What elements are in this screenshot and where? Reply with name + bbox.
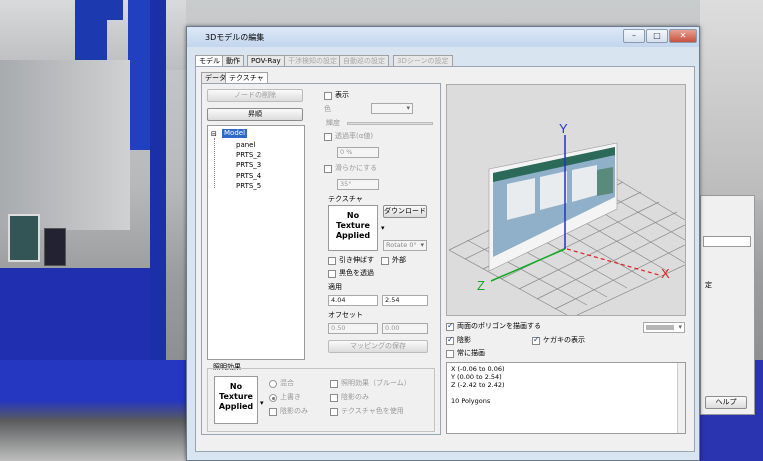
- transparency-input[interactable]: 0 %: [337, 147, 379, 158]
- poster-image: [597, 167, 613, 196]
- tree-root-model[interactable]: Model: [222, 129, 248, 138]
- bloom-shadow-only-label: 陰影のみ: [341, 393, 369, 401]
- scene-monitor: [44, 228, 66, 266]
- apply-y-input[interactable]: 2.54: [382, 295, 428, 306]
- offset-x-input[interactable]: 0.50: [328, 323, 378, 334]
- delete-node-button[interactable]: ノードの削除: [207, 89, 303, 102]
- axis-x-label: X: [661, 266, 670, 281]
- stretch-label: 引き伸ばす: [339, 256, 374, 264]
- window-title: 3Dモデルの編集: [205, 33, 265, 42]
- model-info-box: X (-0.06 to 0.06) Y (0.00 to 2.54) Z (-2…: [446, 362, 686, 434]
- display-checkbox[interactable]: [324, 92, 332, 100]
- texture-header: テクスチャ: [328, 195, 363, 203]
- info-line: [451, 389, 681, 397]
- texture-preview: No Texture Applied: [328, 205, 378, 251]
- info-scrollbar[interactable]: [677, 363, 685, 433]
- lighting-texture-preview: No Texture Applied: [214, 376, 258, 424]
- preview-grid: X Y Z: [448, 121, 685, 315]
- scene-column: [107, 0, 123, 20]
- apply-header: 適用: [328, 283, 342, 291]
- title-bar[interactable]: 3Dモデルの編集 – □ ✕: [187, 27, 699, 47]
- info-line: X (-0.06 to 0.06): [451, 365, 505, 373]
- 3d-preview-viewport[interactable]: X Y Z: [446, 84, 686, 316]
- info-line: Z (-2.42 to 2.42): [451, 381, 505, 389]
- transparency-label: 透過率(α値): [335, 132, 374, 140]
- save-mapping-button[interactable]: マッピングの保存: [328, 340, 428, 353]
- draw-both-sides-label: 両面のポリゴンを描画する: [457, 322, 541, 330]
- color-label: 色: [324, 105, 331, 113]
- mix-label: 混合: [280, 379, 294, 387]
- glow-label: 輝度: [326, 119, 340, 127]
- lighting-no-texture-text: No Texture Applied: [218, 382, 254, 411]
- show-outline-checkbox[interactable]: [532, 335, 540, 345]
- shadow-checkbox[interactable]: [446, 335, 454, 345]
- shadow-only-label: 陰影のみ: [280, 407, 308, 415]
- close-button[interactable]: ✕: [669, 29, 697, 43]
- black-transparent-checkbox[interactable]: [328, 270, 336, 278]
- use-texture-color-label: テクスチャ色を使用: [341, 407, 404, 415]
- offset-y-input[interactable]: 0.00: [382, 323, 428, 334]
- offset-header: オフセット: [328, 311, 363, 319]
- scene-wall-right: [700, 0, 763, 200]
- bloom-shadow-only-checkbox[interactable]: [330, 394, 338, 402]
- overwrite-radio[interactable]: [269, 394, 277, 402]
- tree-item-panel[interactable]: panel: [236, 141, 255, 150]
- smooth-label: 滑らかにする: [335, 164, 378, 172]
- tree-item-prts2[interactable]: PRTS_2: [236, 151, 261, 160]
- bg-color-dropdown[interactable]: [643, 322, 685, 333]
- overwrite-label: 上書き: [280, 393, 301, 401]
- rotate-dropdown[interactable]: Rotate 0°: [383, 240, 427, 251]
- transparency-checkbox[interactable]: [324, 133, 332, 141]
- model-tree: ⊟ Model panel PRTS_2 PRTS_3 PRTS_4 PRTS_…: [207, 125, 305, 360]
- background-dialog: 定 ヘルプ: [700, 195, 755, 415]
- apply-x-input[interactable]: 4.04: [328, 295, 378, 306]
- help-button[interactable]: ヘルプ: [705, 396, 747, 409]
- maximize-button[interactable]: □: [646, 29, 668, 43]
- tree-connector: [214, 138, 215, 188]
- always-draw-checkbox[interactable]: [446, 350, 454, 358]
- shadow-label: 陰影: [457, 336, 471, 344]
- external-checkbox[interactable]: [381, 257, 389, 265]
- download-button[interactable]: ダウンロード: [383, 205, 427, 218]
- draw-both-sides-checkbox[interactable]: [446, 321, 454, 331]
- poster-sheet: [507, 178, 535, 220]
- tree-item-prts4[interactable]: PRTS_4: [236, 172, 261, 181]
- tree-item-prts5[interactable]: PRTS_5: [236, 182, 261, 191]
- smooth-angle-input[interactable]: 35°: [337, 179, 379, 190]
- scene-floor: [0, 360, 186, 461]
- always-draw-label: 常に描画: [457, 349, 485, 357]
- external-label: 外部: [392, 256, 406, 264]
- no-texture-text: No Texture Applied: [335, 211, 371, 240]
- edit-3d-model-dialog: 3Dモデルの編集 – □ ✕ モデル 動作 POV-Ray 干渉検知の設定 自動…: [186, 26, 700, 461]
- scene-column: [75, 0, 107, 60]
- show-outline-label: ケガキの表示: [543, 336, 585, 344]
- use-texture-color-checkbox[interactable]: [330, 408, 338, 416]
- bloom-label: 照明効果（ブルーム）: [341, 379, 411, 387]
- bloom-checkbox[interactable]: [330, 380, 338, 388]
- info-line: 10 Polygons: [451, 397, 491, 405]
- info-line: Y (0.00 to 2.54): [451, 373, 502, 381]
- glow-slider[interactable]: [347, 122, 433, 125]
- scene-wall: [0, 60, 130, 230]
- color-swatch: [646, 325, 674, 330]
- background-dialog-combo[interactable]: [703, 236, 751, 247]
- axis-y-label: Y: [559, 121, 568, 136]
- background-dialog-label: 定: [705, 281, 712, 289]
- minimize-button[interactable]: –: [623, 29, 645, 43]
- sort-button[interactable]: 昇順: [207, 108, 303, 121]
- texture-dropdown-arrow[interactable]: ▾: [381, 224, 385, 233]
- axis-z-label: Z: [477, 278, 485, 293]
- shadow-only-checkbox[interactable]: [269, 408, 277, 416]
- display-label: 表示: [335, 91, 349, 99]
- black-transparent-label: 黒色を透過: [339, 269, 374, 277]
- tree-item-prts3[interactable]: PRTS_3: [236, 161, 261, 170]
- lighting-dropdown-arrow[interactable]: ▾: [260, 399, 264, 408]
- stretch-checkbox[interactable]: [328, 257, 336, 265]
- smooth-checkbox[interactable]: [324, 165, 332, 173]
- mix-radio[interactable]: [269, 380, 277, 388]
- color-dropdown[interactable]: [371, 103, 413, 114]
- scene-monitor: [8, 214, 40, 262]
